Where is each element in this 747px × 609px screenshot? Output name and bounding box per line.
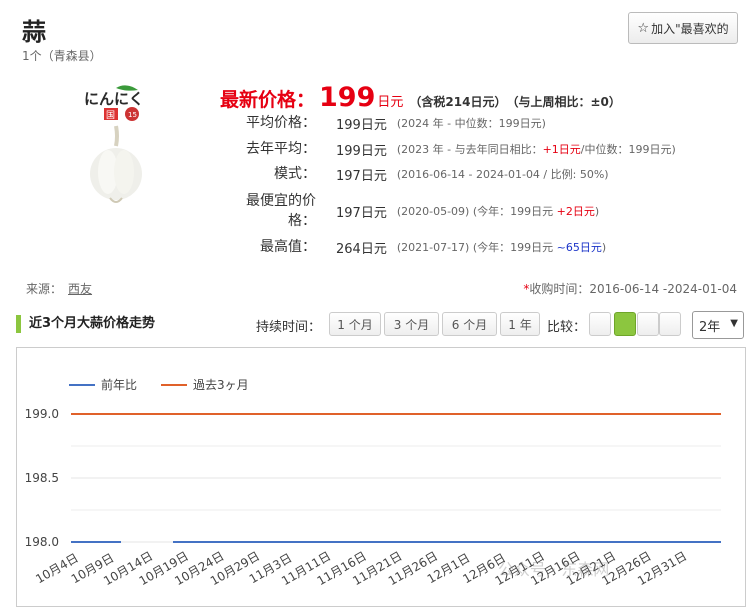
add-favorite-label: 加入"最喜欢的 bbox=[651, 21, 729, 36]
garlic-product-image: にんにく 国 15 bbox=[80, 84, 150, 203]
latest-price-value: 199 bbox=[319, 82, 376, 113]
compare-toggle-4[interactable] bbox=[659, 312, 681, 336]
duration-1-year-button[interactable]: 1 年 bbox=[500, 312, 540, 336]
compare-label: 比较： bbox=[547, 320, 587, 335]
compare-toggle-2[interactable] bbox=[614, 312, 636, 336]
product-spec: 1个（青森县） bbox=[22, 49, 102, 63]
year-select-value: 2年 bbox=[699, 319, 721, 335]
stat-note: (2021-07-17) (今年：199日元 ~65日元) bbox=[396, 241, 607, 254]
stat-note: (2023 年 - 与去年同日相比：+1日元/中位数：199日元) bbox=[396, 143, 676, 156]
latest-price-label: 最新价格： bbox=[220, 89, 316, 111]
y-tick-label: 198.0 bbox=[25, 535, 59, 549]
stat-key: 模式： bbox=[274, 166, 316, 182]
stat-last-year: 去年平均： 199日元 (2023 年 - 与去年同日相比：+1日元/中位数：1… bbox=[220, 139, 720, 159]
legend-label: 過去3ヶ月 bbox=[193, 378, 249, 392]
stat-value: 199日元 bbox=[336, 117, 387, 133]
compare-toggle-3[interactable] bbox=[637, 312, 659, 336]
compare-toggle-1[interactable] bbox=[589, 312, 611, 336]
section-title: 近3个月大蒜价格走势 bbox=[16, 315, 155, 333]
legend-label: 前年比 bbox=[101, 377, 137, 392]
year-select[interactable]: 2年 ▼ bbox=[692, 311, 744, 339]
tax-note: （含税214日元） bbox=[409, 95, 507, 109]
stat-key: 平均价格： bbox=[246, 115, 316, 131]
product-title: 蒜 bbox=[22, 18, 46, 46]
source-label: 来源： bbox=[26, 282, 63, 296]
stat-key: 去年平均： bbox=[246, 141, 316, 157]
stat-note: (2024 年 - 中位数：199日元) bbox=[396, 117, 546, 130]
y-tick-label: 199.0 bbox=[25, 407, 59, 421]
y-tick-label: 198.5 bbox=[25, 471, 59, 485]
duration-label: 持续时间： bbox=[256, 320, 322, 335]
latest-price-unit: 日元 bbox=[377, 95, 404, 110]
svg-text:15: 15 bbox=[128, 111, 137, 119]
stat-mode: 模式： 197日元 (2016-06-14 - 2024-01-04 / 比例:… bbox=[220, 164, 720, 184]
chevron-down-icon: ▼ bbox=[730, 318, 738, 329]
stat-note: (2016-06-14 - 2024-01-04 / 比例: 50%) bbox=[396, 168, 609, 181]
stat-key: 最便宜的价格： bbox=[246, 193, 316, 229]
star-icon: ☆ bbox=[637, 20, 650, 36]
stat-cheapest: 最便宜的价格： 197日元 (2020-05-09) (今年：199日元 +2日… bbox=[220, 191, 720, 231]
stat-value: 199日元 bbox=[336, 143, 387, 159]
stat-highest: 最高值： 264日元 (2021-07-17) (今年：199日元 ~65日元) bbox=[220, 237, 720, 257]
stat-key: 最高值： bbox=[260, 239, 316, 255]
stat-value: 264日元 bbox=[336, 241, 387, 257]
stat-value: 197日元 bbox=[336, 205, 387, 221]
source-link[interactable]: 西友 bbox=[68, 282, 92, 296]
svg-text:にんにく: にんにく bbox=[84, 90, 144, 108]
duration-1-month-button[interactable]: 1 个月 bbox=[329, 312, 381, 336]
price-chart-svg: 199.0198.5198.0前年比 過去3ヶ月10月4日10月9日10月14日1… bbox=[25, 377, 721, 588]
price-chart: 199.0 198.5 198.0 前年比 過去3ヶ月 10月4日 10月9日 10月14日 1… bbox=[16, 347, 746, 607]
stat-note: (2020-05-09) (今年：199日元 +2日元) bbox=[396, 205, 600, 218]
stat-average: 平均价格： 199日元 (2024 年 - 中位数：199日元) bbox=[220, 113, 720, 133]
latest-price: 最新价格： 199 日元 （含税214日元） （与上周相比：±0） bbox=[220, 82, 621, 113]
duration-6-month-button[interactable]: 6 个月 bbox=[442, 312, 497, 336]
svg-text:国: 国 bbox=[106, 110, 115, 121]
week-compare-note: （与上周相比：±0） bbox=[512, 95, 621, 109]
duration-3-month-button[interactable]: 3 个月 bbox=[384, 312, 439, 336]
acquisition-period: *收购时间：2016-06-14 -2024-01-04 bbox=[523, 282, 737, 296]
stat-value: 197日元 bbox=[336, 168, 387, 184]
add-favorite-button[interactable]: ☆ 加入"最喜欢的 bbox=[628, 12, 738, 44]
source: 来源： 西友 bbox=[26, 280, 92, 297]
watermark: 公众号 · 东森网 bbox=[498, 560, 610, 579]
